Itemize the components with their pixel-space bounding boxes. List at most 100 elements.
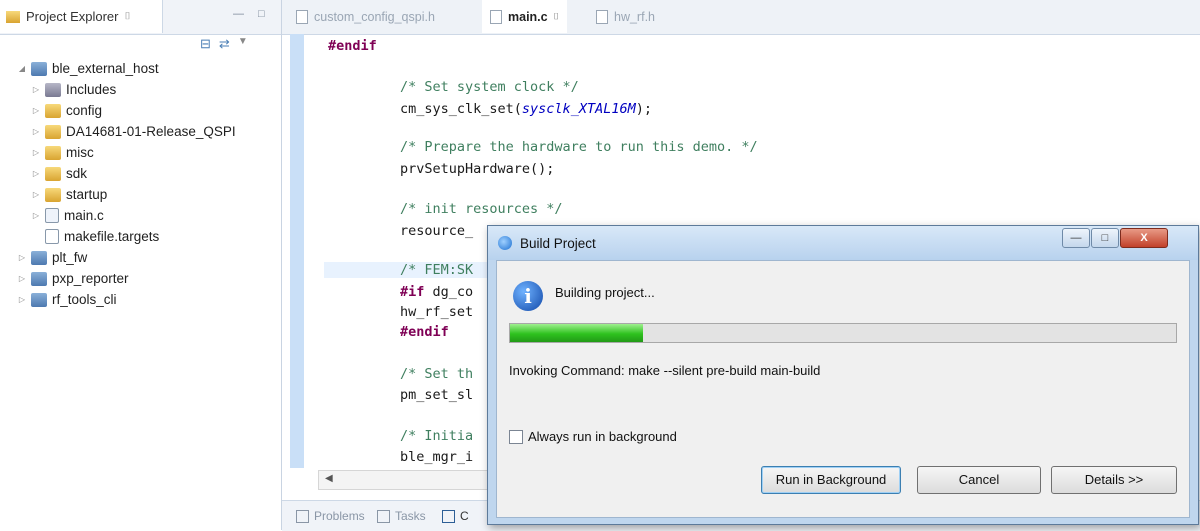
collapse-arrow-icon[interactable]: ▷ <box>30 148 42 157</box>
build-progress-bar <box>509 323 1177 343</box>
problems-icon <box>296 509 309 523</box>
collapse-arrow-icon[interactable]: ▷ <box>30 106 42 115</box>
details-button[interactable]: Details >> <box>1051 466 1177 494</box>
project-explorer-icon <box>6 10 20 23</box>
tree-item-plt-fw[interactable]: ▷ plt_fw <box>16 247 87 268</box>
editor-tabbar: custom_config_qspi.h main.c ⌷ hw_rf.h <box>282 0 1200 35</box>
close-button[interactable]: X <box>1120 228 1168 248</box>
run-in-background-button[interactable]: Run in Background <box>761 466 901 494</box>
code-line: pm_set_sl <box>400 387 474 403</box>
tasks-icon <box>377 509 390 523</box>
info-icon: i <box>513 281 543 311</box>
tree-item-ble-external-host[interactable]: ◢ ble_external_host <box>16 58 159 79</box>
tree-item-release-qspi[interactable]: ▷ DA14681-01-Release_QSPI <box>30 121 236 142</box>
collapse-arrow-icon[interactable]: ▷ <box>30 190 42 199</box>
explorer-toolbar: ⊟ ⇄ ▼ <box>200 36 248 52</box>
tree-item-label: DA14681-01-Release_QSPI <box>66 124 236 139</box>
code-line: ble_mgr_i <box>400 449 474 465</box>
tree-item-label: main.c <box>64 208 104 223</box>
file-icon <box>45 229 59 244</box>
collapse-arrow-icon[interactable]: ▷ <box>30 85 42 94</box>
tab-hw-rf-h[interactable]: hw_rf.h <box>596 0 655 33</box>
collapse-arrow-icon[interactable]: ▷ <box>16 274 28 283</box>
project-icon <box>31 250 47 265</box>
collapse-arrow-icon[interactable]: ▷ <box>16 295 28 304</box>
folder-icon <box>45 187 61 202</box>
tree-item-label: plt_fw <box>52 250 88 265</box>
tab-custom-config-qspi[interactable]: custom_config_qspi.h <box>296 0 435 33</box>
tree-item-label: Includes <box>66 82 117 97</box>
tree-item-pxp-reporter[interactable]: ▷ pxp_reporter <box>16 268 129 289</box>
tree-item-sdk[interactable]: ▷ sdk <box>30 163 87 184</box>
tree-item-label: config <box>66 103 103 118</box>
tab-label: hw_rf.h <box>614 9 655 24</box>
eclipse-app-icon <box>498 236 512 250</box>
editor-ruler <box>290 34 304 468</box>
view-menu-icon[interactable]: ▼ <box>238 36 248 52</box>
dialog-message: Building project... <box>555 285 655 300</box>
header-file-icon <box>596 9 608 24</box>
project-icon <box>31 61 47 76</box>
tab-label: Tasks <box>395 509 426 523</box>
tab-label: main.c <box>508 9 548 24</box>
checkbox-label: Always run in background <box>528 429 677 444</box>
project-explorer-tabbar: Project Explorer ⌷ ― □ <box>0 0 281 35</box>
folder-icon <box>45 103 61 118</box>
tree-item-main-c[interactable]: ▷ main.c <box>30 205 104 226</box>
tab-problems[interactable]: Problems <box>296 509 365 523</box>
tree-item-misc[interactable]: ▷ misc <box>30 142 94 163</box>
tab-console[interactable]: C <box>442 509 469 523</box>
project-explorer-view: Project Explorer ⌷ ― □ ⊟ ⇄ ▼ ◢ ble_exter… <box>0 0 282 530</box>
collapse-arrow-icon[interactable]: ▷ <box>30 169 42 178</box>
collapse-all-icon[interactable]: ⊟ <box>200 36 211 52</box>
code-line: /* Prepare the hardware to run this demo… <box>400 139 758 155</box>
tab-label: custom_config_qspi.h <box>314 9 435 24</box>
minimize-view-icon[interactable]: ― <box>233 8 244 20</box>
maximize-button[interactable]: □ <box>1091 228 1119 248</box>
code-line: /* Set system clock */ <box>400 79 579 95</box>
tree-item-label: startup <box>66 187 108 202</box>
tree-item-makefile-targets[interactable]: makefile.targets <box>30 226 159 247</box>
code-line: cm_sys_clk_set(sysclk_XTAL16M); <box>400 101 652 117</box>
collapse-arrow-icon[interactable]: ▷ <box>30 211 42 220</box>
header-file-icon <box>296 9 308 24</box>
progress-fill <box>510 324 644 342</box>
collapse-arrow-icon[interactable]: ▷ <box>16 253 28 262</box>
status-text: Invoking Command: make --silent pre-buil… <box>509 363 821 378</box>
dialog-titlebar[interactable]: Build Project — □ X <box>488 226 1198 260</box>
cancel-button[interactable]: Cancel <box>917 466 1041 494</box>
link-with-editor-icon[interactable]: ⇄ <box>219 36 230 52</box>
tree-item-startup[interactable]: ▷ startup <box>30 184 107 205</box>
code-line: #endif <box>328 38 377 54</box>
project-explorer-tab-label: Project Explorer <box>26 9 119 24</box>
c-file-icon <box>490 9 502 24</box>
tab-label: Problems <box>314 509 365 523</box>
maximize-view-icon[interactable]: □ <box>258 8 265 20</box>
tree-item-config[interactable]: ▷ config <box>30 100 102 121</box>
tree-item-label: rf_tools_cli <box>52 292 117 307</box>
project-icon <box>31 271 47 286</box>
always-run-background-checkbox[interactable] <box>509 429 523 444</box>
tree-item-label: pxp_reporter <box>52 271 129 286</box>
dialog-body: i Building project... Invoking Command: … <box>496 260 1190 518</box>
code-line: resource_ <box>400 223 474 239</box>
code-line: #if dg_co <box>400 284 474 300</box>
tab-tasks[interactable]: Tasks <box>377 509 426 523</box>
tree-item-rf-tools-cli[interactable]: ▷ rf_tools_cli <box>16 289 117 310</box>
horizontal-scrollbar[interactable]: ◀ <box>318 470 498 490</box>
always-run-background-option[interactable]: Always run in background <box>509 429 677 444</box>
close-icon[interactable]: ⌷ <box>554 11 559 22</box>
tree-item-label: misc <box>66 145 94 160</box>
code-line: /* Initia <box>400 428 474 444</box>
collapse-arrow-icon[interactable]: ▷ <box>30 127 42 136</box>
scroll-left-icon[interactable]: ◀ <box>325 473 333 484</box>
tree-item-includes[interactable]: ▷ Includes <box>30 79 116 100</box>
code-line: /* init resources */ <box>400 201 563 217</box>
close-icon[interactable]: ⌷ <box>124 11 130 22</box>
expand-arrow-icon[interactable]: ◢ <box>16 64 28 73</box>
project-explorer-tab[interactable]: Project Explorer ⌷ <box>0 0 163 33</box>
build-project-dialog: Build Project — □ X i Building project..… <box>487 225 1199 525</box>
minimize-button[interactable]: — <box>1062 228 1090 248</box>
code-line: prvSetupHardware(); <box>400 161 555 177</box>
tab-main-c[interactable]: main.c ⌷ <box>482 0 568 33</box>
